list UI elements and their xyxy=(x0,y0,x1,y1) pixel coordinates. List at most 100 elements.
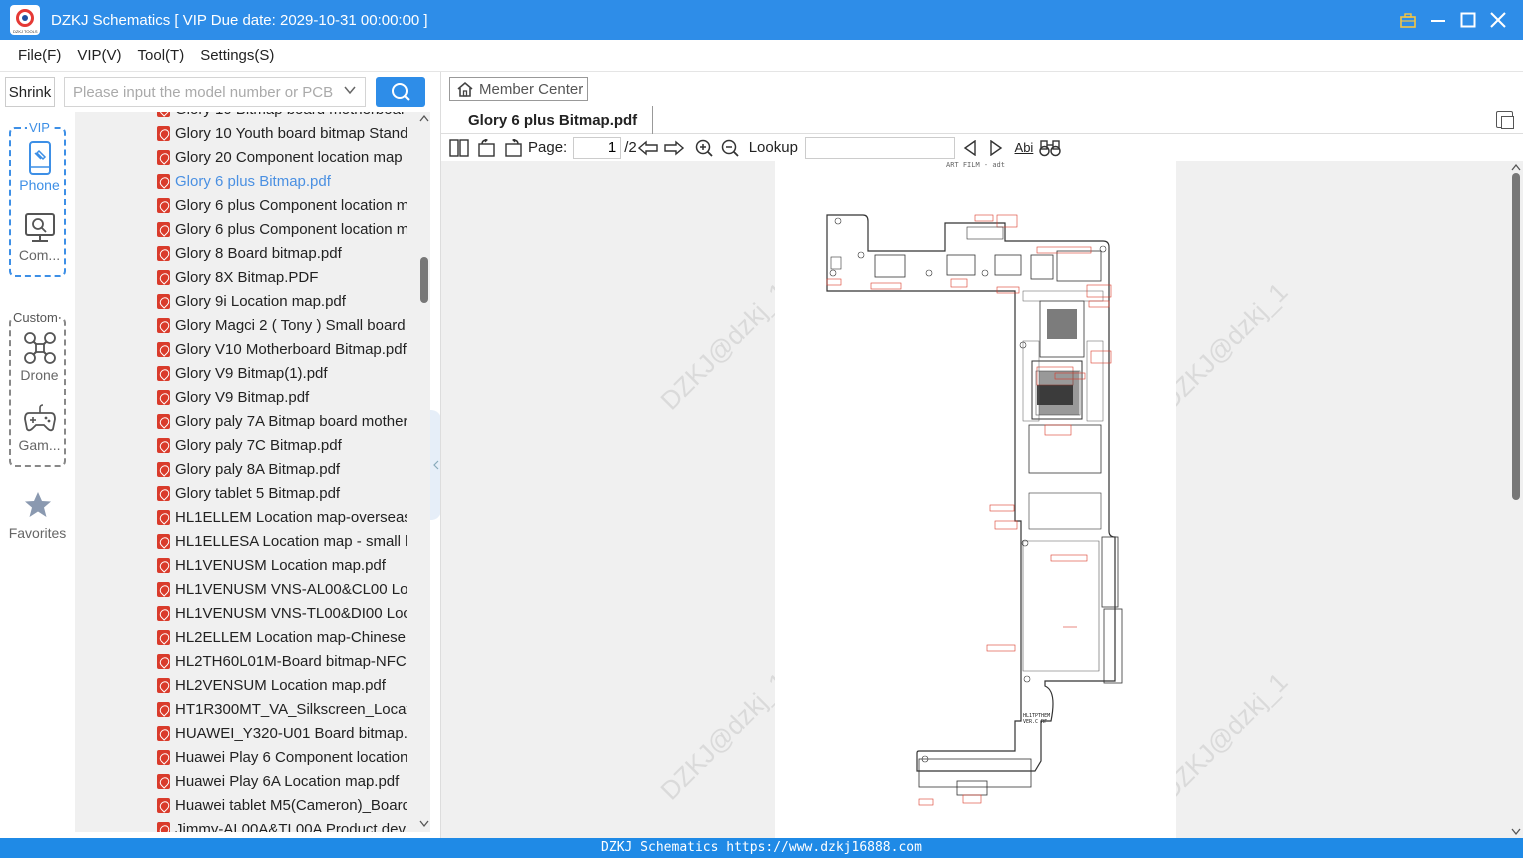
model-search-field[interactable] xyxy=(64,77,366,107)
phone-icon xyxy=(23,141,57,175)
window-title: DZKJ Schematics [ VIP Due date: 2029-10-… xyxy=(51,11,428,29)
file-list-item[interactable]: Jimmy-AL00A&TL00A Product dev xyxy=(157,817,407,832)
file-name: Glory paly 7A Bitmap board motherboard xyxy=(175,412,407,430)
scroll-up-icon[interactable] xyxy=(419,114,429,124)
pdf-file-icon xyxy=(157,581,170,597)
file-list-item[interactable]: Glory V10 Motherboard Bitmap.pdf xyxy=(157,337,407,361)
file-list-item[interactable]: Glory 10 Bitmap board motherboard xyxy=(157,112,407,121)
pdf-file-icon xyxy=(157,221,170,237)
search-input[interactable] xyxy=(73,83,333,101)
file-list-item[interactable]: Glory 10 Youth board bitmap Standard xyxy=(157,121,407,145)
computer-icon xyxy=(23,211,57,245)
file-list-item[interactable]: Glory 6 plus Bitmap.pdf xyxy=(157,169,407,193)
file-list-item[interactable]: Glory 8X Bitmap.PDF xyxy=(157,265,407,289)
file-name: Glory 6 plus Component location map xyxy=(175,196,407,214)
file-list-item[interactable]: Huawei tablet M5(Cameron)_Board xyxy=(157,793,407,817)
file-name: HT1R300MT_VA_Silkscreen_Location xyxy=(175,700,407,718)
chevron-down-icon[interactable] xyxy=(343,83,357,100)
scroll-down-icon[interactable] xyxy=(1511,828,1521,836)
document-tab[interactable]: Glory 6 plus Bitmap.pdf xyxy=(453,106,653,134)
file-list-item[interactable]: Glory paly 7A Bitmap board motherboard xyxy=(157,409,407,433)
close-icon[interactable] xyxy=(1483,0,1513,40)
lookup-input[interactable] xyxy=(804,136,955,159)
file-list-item[interactable]: Huawei Play 6 Component location xyxy=(157,745,407,769)
file-list-item[interactable]: HL1ELLEM Location map-overseas.pdf xyxy=(157,505,407,529)
file-list-item[interactable]: HUAWEI_Y320-U01 Board bitmap.pdf xyxy=(157,721,407,745)
minimize-icon[interactable] xyxy=(1423,0,1453,40)
file-name: Glory V9 Bitmap(1).pdf xyxy=(175,364,328,382)
member-center-button[interactable]: Member Center xyxy=(449,77,588,101)
pdf-file-icon xyxy=(157,509,170,525)
file-name: HL1ELLESA Location map - small board xyxy=(175,532,407,550)
file-list-item[interactable]: Glory 6 plus Component location map xyxy=(157,193,407,217)
find-next-icon[interactable] xyxy=(985,137,1007,159)
shrink-button[interactable]: Shrink xyxy=(5,77,55,107)
find-previous-icon[interactable] xyxy=(959,137,981,159)
file-name: Glory 6 plus Bitmap.pdf xyxy=(175,172,331,190)
page-number-input[interactable] xyxy=(573,136,622,159)
rotate-left-icon[interactable] xyxy=(476,137,498,159)
watermark: DZKJ@dzkj_1 xyxy=(654,276,794,416)
file-name: Huawei Play 6 Component location xyxy=(175,748,407,766)
file-list-item[interactable]: Glory 8 Board bitmap.pdf xyxy=(157,241,407,265)
nav-favorites[interactable]: Favorites xyxy=(0,490,75,541)
binoculars-icon[interactable] xyxy=(1039,137,1061,159)
page-label: Page: xyxy=(528,139,568,156)
file-list-item[interactable]: Huawei Play 6A Location map.pdf xyxy=(157,769,407,793)
file-name: HL1VENUSM VNS-AL00&CL00 Location xyxy=(175,580,407,598)
rotate-right-icon[interactable] xyxy=(502,137,524,159)
scroll-thumb[interactable] xyxy=(420,257,428,303)
file-list-item[interactable]: Glory V9 Bitmap(1).pdf xyxy=(157,361,407,385)
file-list-item[interactable]: Glory 9i Location map.pdf xyxy=(157,289,407,313)
nav-phone[interactable]: Phone xyxy=(11,141,68,193)
file-list-item[interactable]: Glory Magci 2 ( Tony ) Small board xyxy=(157,313,407,337)
file-list-item[interactable]: HL1VENUSM VNS-AL00&CL00 Location xyxy=(157,577,407,601)
file-list-item[interactable]: Glory paly 8A Bitmap.pdf xyxy=(157,457,407,481)
maximize-icon[interactable] xyxy=(1453,0,1483,40)
next-page-arrow-icon[interactable] xyxy=(663,137,685,159)
document-scrollbar[interactable] xyxy=(1510,161,1523,838)
custom-group-label: Custom xyxy=(12,310,59,325)
menu-tool[interactable]: Tool(T) xyxy=(138,47,185,64)
nav-computer[interactable]: Com... xyxy=(11,211,68,263)
nav-game[interactable]: Gam... xyxy=(11,401,68,453)
zoom-out-icon[interactable] xyxy=(719,137,741,159)
file-list-item[interactable]: HL2ELLEM Location map-Chinese.pdf xyxy=(157,625,407,649)
app-logo: DZKJ TOOLS xyxy=(10,5,40,35)
menu-settings[interactable]: Settings(S) xyxy=(200,47,274,64)
document-viewport[interactable]: DZKJ@dzkj_1 DZKJ@dzkj_1 DZKJ@dzkj_1 DZKJ… xyxy=(441,161,1510,838)
chevron-left-icon xyxy=(432,460,438,470)
prev-page-arrow-icon[interactable] xyxy=(637,137,659,159)
close-all-tabs-icon[interactable] xyxy=(1496,111,1514,129)
nav-drone[interactable]: Drone xyxy=(11,331,68,383)
pdf-file-icon xyxy=(157,293,170,309)
file-list-item[interactable]: HL2TH60L01M-Board bitmap-NFC.pdf xyxy=(157,649,407,673)
pdf-file-icon xyxy=(157,112,170,117)
file-list-scrollbar[interactable] xyxy=(418,112,430,832)
file-list-item[interactable]: HL1ELLESA Location map - small board xyxy=(157,529,407,553)
menu-vip[interactable]: VIP(V) xyxy=(77,47,121,64)
file-list-item[interactable]: Glory 20 Component location map xyxy=(157,145,407,169)
file-name: HL1VENUSM Location map.pdf xyxy=(175,556,386,574)
file-list-item[interactable]: HL1VENUSM VNS-TL00&DI00 Location xyxy=(157,601,407,625)
file-list-item[interactable]: HL1VENUSM Location map.pdf xyxy=(157,553,407,577)
file-list-item[interactable]: HL2VENSUM Location map.pdf xyxy=(157,673,407,697)
file-list-item[interactable]: Glory V9 Bitmap.pdf xyxy=(157,385,407,409)
file-list-item[interactable]: Glory 6 plus Component location map xyxy=(157,217,407,241)
briefcase-icon[interactable] xyxy=(1393,0,1423,40)
scroll-down-icon[interactable] xyxy=(419,820,429,830)
two-page-view-icon[interactable] xyxy=(448,137,470,159)
file-list-item[interactable]: Glory paly 7C Bitmap.pdf xyxy=(157,433,407,457)
file-list-item[interactable]: Glory tablet 5 Bitmap.pdf xyxy=(157,481,407,505)
match-case-icon[interactable]: Abi xyxy=(1011,137,1037,159)
pdf-file-icon xyxy=(157,773,170,789)
document-scroll-thumb[interactable] xyxy=(1512,173,1520,500)
zoom-in-icon[interactable] xyxy=(693,137,715,159)
pdf-file-icon xyxy=(157,461,170,477)
file-list-item[interactable]: HT1R300MT_VA_Silkscreen_Location xyxy=(157,697,407,721)
pdf-file-icon xyxy=(157,245,170,261)
menu-file[interactable]: File(F) xyxy=(18,47,61,64)
scroll-up-icon[interactable] xyxy=(1511,163,1521,171)
file-name: Glory 9i Location map.pdf xyxy=(175,292,346,310)
search-button[interactable] xyxy=(376,77,425,107)
